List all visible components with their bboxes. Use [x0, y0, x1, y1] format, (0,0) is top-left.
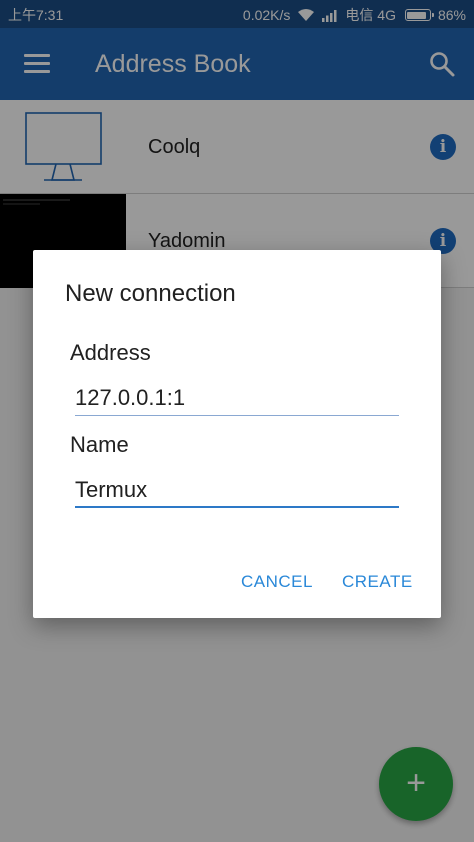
address-underline [75, 415, 399, 416]
create-button[interactable]: CREATE [342, 572, 413, 592]
name-underline [75, 506, 399, 508]
name-field[interactable] [75, 473, 399, 507]
cancel-button[interactable]: CANCEL [241, 572, 313, 592]
name-label: Name [70, 432, 129, 457]
address-label: Address [70, 340, 151, 365]
new-connection-dialog: New connection Address Name CANCEL CREAT… [33, 250, 441, 618]
dialog-title: New connection [65, 280, 236, 307]
address-field[interactable] [75, 381, 399, 415]
